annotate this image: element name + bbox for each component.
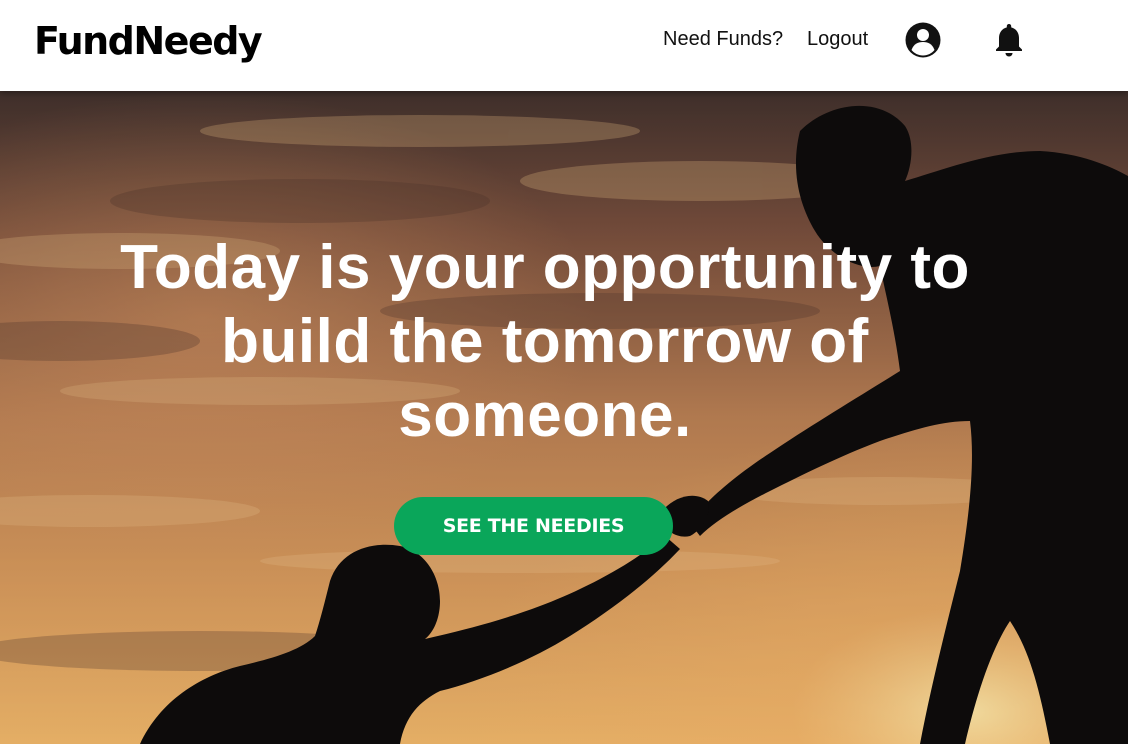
- need-funds-link[interactable]: Need Funds?: [663, 27, 783, 51]
- top-navbar: FundNeedy Need Funds? Logout: [0, 0, 1128, 91]
- brand-logo[interactable]: FundNeedy: [34, 17, 263, 65]
- bell-icon[interactable]: [990, 21, 1028, 59]
- see-the-needies-button[interactable]: SEE THE NEEDIES: [394, 497, 673, 555]
- hero-section: Today is your opportunity to build the t…: [0, 91, 1128, 744]
- account-circle-icon[interactable]: [904, 21, 942, 59]
- hero-title: Today is your opportunity to build the t…: [120, 233, 970, 450]
- logout-link[interactable]: Logout: [807, 27, 868, 51]
